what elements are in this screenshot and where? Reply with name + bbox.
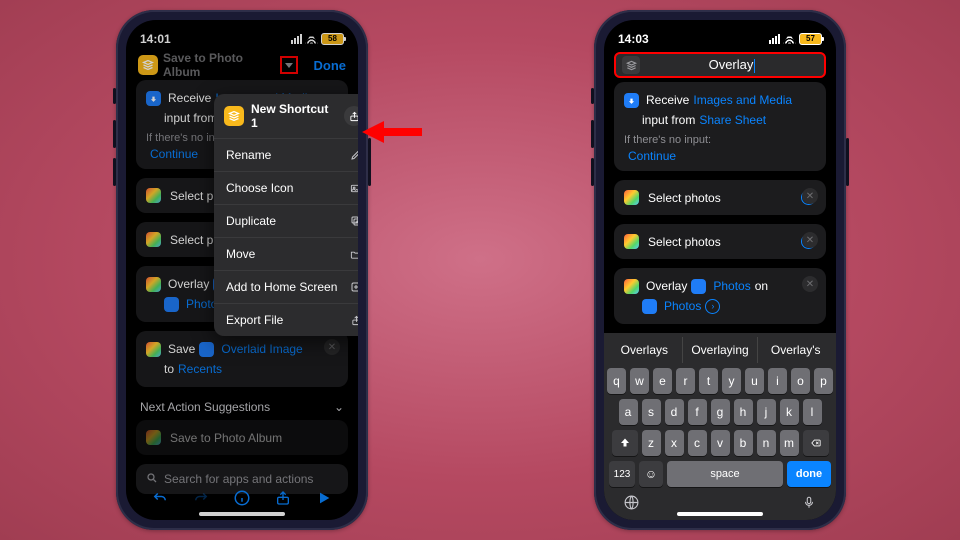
select-photos-action-2[interactable]: Select photos › ✕ <box>614 224 826 259</box>
key-r[interactable]: r <box>676 368 695 394</box>
battery-icon: 57 <box>799 33 822 45</box>
key-f[interactable]: f <box>688 399 707 425</box>
receive-source[interactable]: Share Sheet <box>699 110 766 130</box>
variable-icon <box>642 299 657 314</box>
key-n[interactable]: n <box>757 430 776 456</box>
shortcut-icon-placeholder <box>622 56 640 74</box>
cellular-icon <box>769 34 780 44</box>
suggestion-1[interactable]: Overlays <box>607 337 683 363</box>
key-u[interactable]: u <box>745 368 764 394</box>
space-key[interactable]: space <box>667 461 783 487</box>
pencil-icon <box>346 149 358 161</box>
duplicate-icon <box>346 215 358 227</box>
key-l[interactable]: l <box>803 399 822 425</box>
key-i[interactable]: i <box>768 368 787 394</box>
key-s[interactable]: s <box>642 399 661 425</box>
receive-icon <box>624 93 639 108</box>
key-o[interactable]: o <box>791 368 810 394</box>
plus-square-icon <box>346 281 358 293</box>
remove-action-button[interactable]: ✕ <box>802 232 818 248</box>
home-indicator[interactable] <box>677 512 763 516</box>
key-z[interactable]: z <box>642 430 661 456</box>
remove-action-button[interactable]: ✕ <box>802 188 818 204</box>
photos-app-icon <box>624 279 639 294</box>
key-j[interactable]: j <box>757 399 776 425</box>
menu-add-home[interactable]: Add to Home Screen <box>214 271 358 304</box>
share-button[interactable] <box>344 106 358 126</box>
annotation-arrow <box>362 118 432 161</box>
key-e[interactable]: e <box>653 368 672 394</box>
photos-app-icon <box>624 190 639 205</box>
menu-export[interactable]: Export File <box>214 304 358 336</box>
text-cursor <box>754 59 755 73</box>
shortcut-name-field[interactable]: Overlay <box>614 52 826 78</box>
overlay-action[interactable]: ✕ Overlay Photos on Photos › <box>614 268 826 324</box>
suggestion-2[interactable]: Overlaying <box>683 337 759 363</box>
folder-icon <box>346 249 358 260</box>
key-t[interactable]: t <box>699 368 718 394</box>
key-x[interactable]: x <box>665 430 684 456</box>
keyboard: Overlays Overlaying Overlay's qwertyuiop… <box>604 333 836 520</box>
variable-icon <box>691 279 706 294</box>
wifi-icon <box>783 34 796 44</box>
select-photos-action-1[interactable]: Select photos › ✕ <box>614 180 826 215</box>
menu-rename[interactable]: Rename <box>214 139 358 172</box>
photo-icon <box>346 183 358 194</box>
status-time: 14:03 <box>618 32 649 46</box>
shortcut-name: New Shortcut 1 <box>251 102 337 130</box>
backspace-key[interactable] <box>803 430 829 456</box>
chevron-right-icon: › <box>705 299 720 314</box>
shift-key[interactable] <box>612 430 638 456</box>
key-d[interactable]: d <box>665 399 684 425</box>
keyboard-done-button[interactable]: done <box>787 461 831 487</box>
key-a[interactable]: a <box>619 399 638 425</box>
phone-right: 14:03 57 Overlay <box>594 10 846 530</box>
globe-key[interactable] <box>621 492 641 512</box>
phone-left: 14:01 58 Save to Photo Album Done <box>116 10 368 530</box>
key-q[interactable]: q <box>607 368 626 394</box>
dictation-key[interactable] <box>799 492 819 512</box>
suggestion-3[interactable]: Overlay's <box>758 337 833 363</box>
key-h[interactable]: h <box>734 399 753 425</box>
no-input-action[interactable]: Continue <box>628 149 816 163</box>
key-g[interactable]: g <box>711 399 730 425</box>
key-b[interactable]: b <box>734 430 753 456</box>
keyboard-suggestions: Overlays Overlaying Overlay's <box>607 337 833 363</box>
menu-choose-icon[interactable]: Choose Icon <box>214 172 358 205</box>
menu-duplicate[interactable]: Duplicate <box>214 205 358 238</box>
receive-card: Receive Images and Media input from Shar… <box>614 82 826 171</box>
key-p[interactable]: p <box>814 368 833 394</box>
emoji-key[interactable]: ☺ <box>639 461 663 487</box>
key-k[interactable]: k <box>780 399 799 425</box>
shortcut-context-menu: New Shortcut 1 Rename Choose Icon Duplic… <box>214 94 358 336</box>
key-v[interactable]: v <box>711 430 730 456</box>
key-w[interactable]: w <box>630 368 649 394</box>
shortcut-icon <box>224 106 244 126</box>
receive-types[interactable]: Images and Media <box>693 90 792 110</box>
share-icon <box>346 314 358 327</box>
key-m[interactable]: m <box>780 430 799 456</box>
remove-action-button[interactable]: ✕ <box>802 276 818 292</box>
numbers-key[interactable]: 123 <box>609 461 635 487</box>
photos-app-icon <box>624 234 639 249</box>
key-y[interactable]: y <box>722 368 741 394</box>
menu-move[interactable]: Move <box>214 238 358 271</box>
key-c[interactable]: c <box>688 430 707 456</box>
